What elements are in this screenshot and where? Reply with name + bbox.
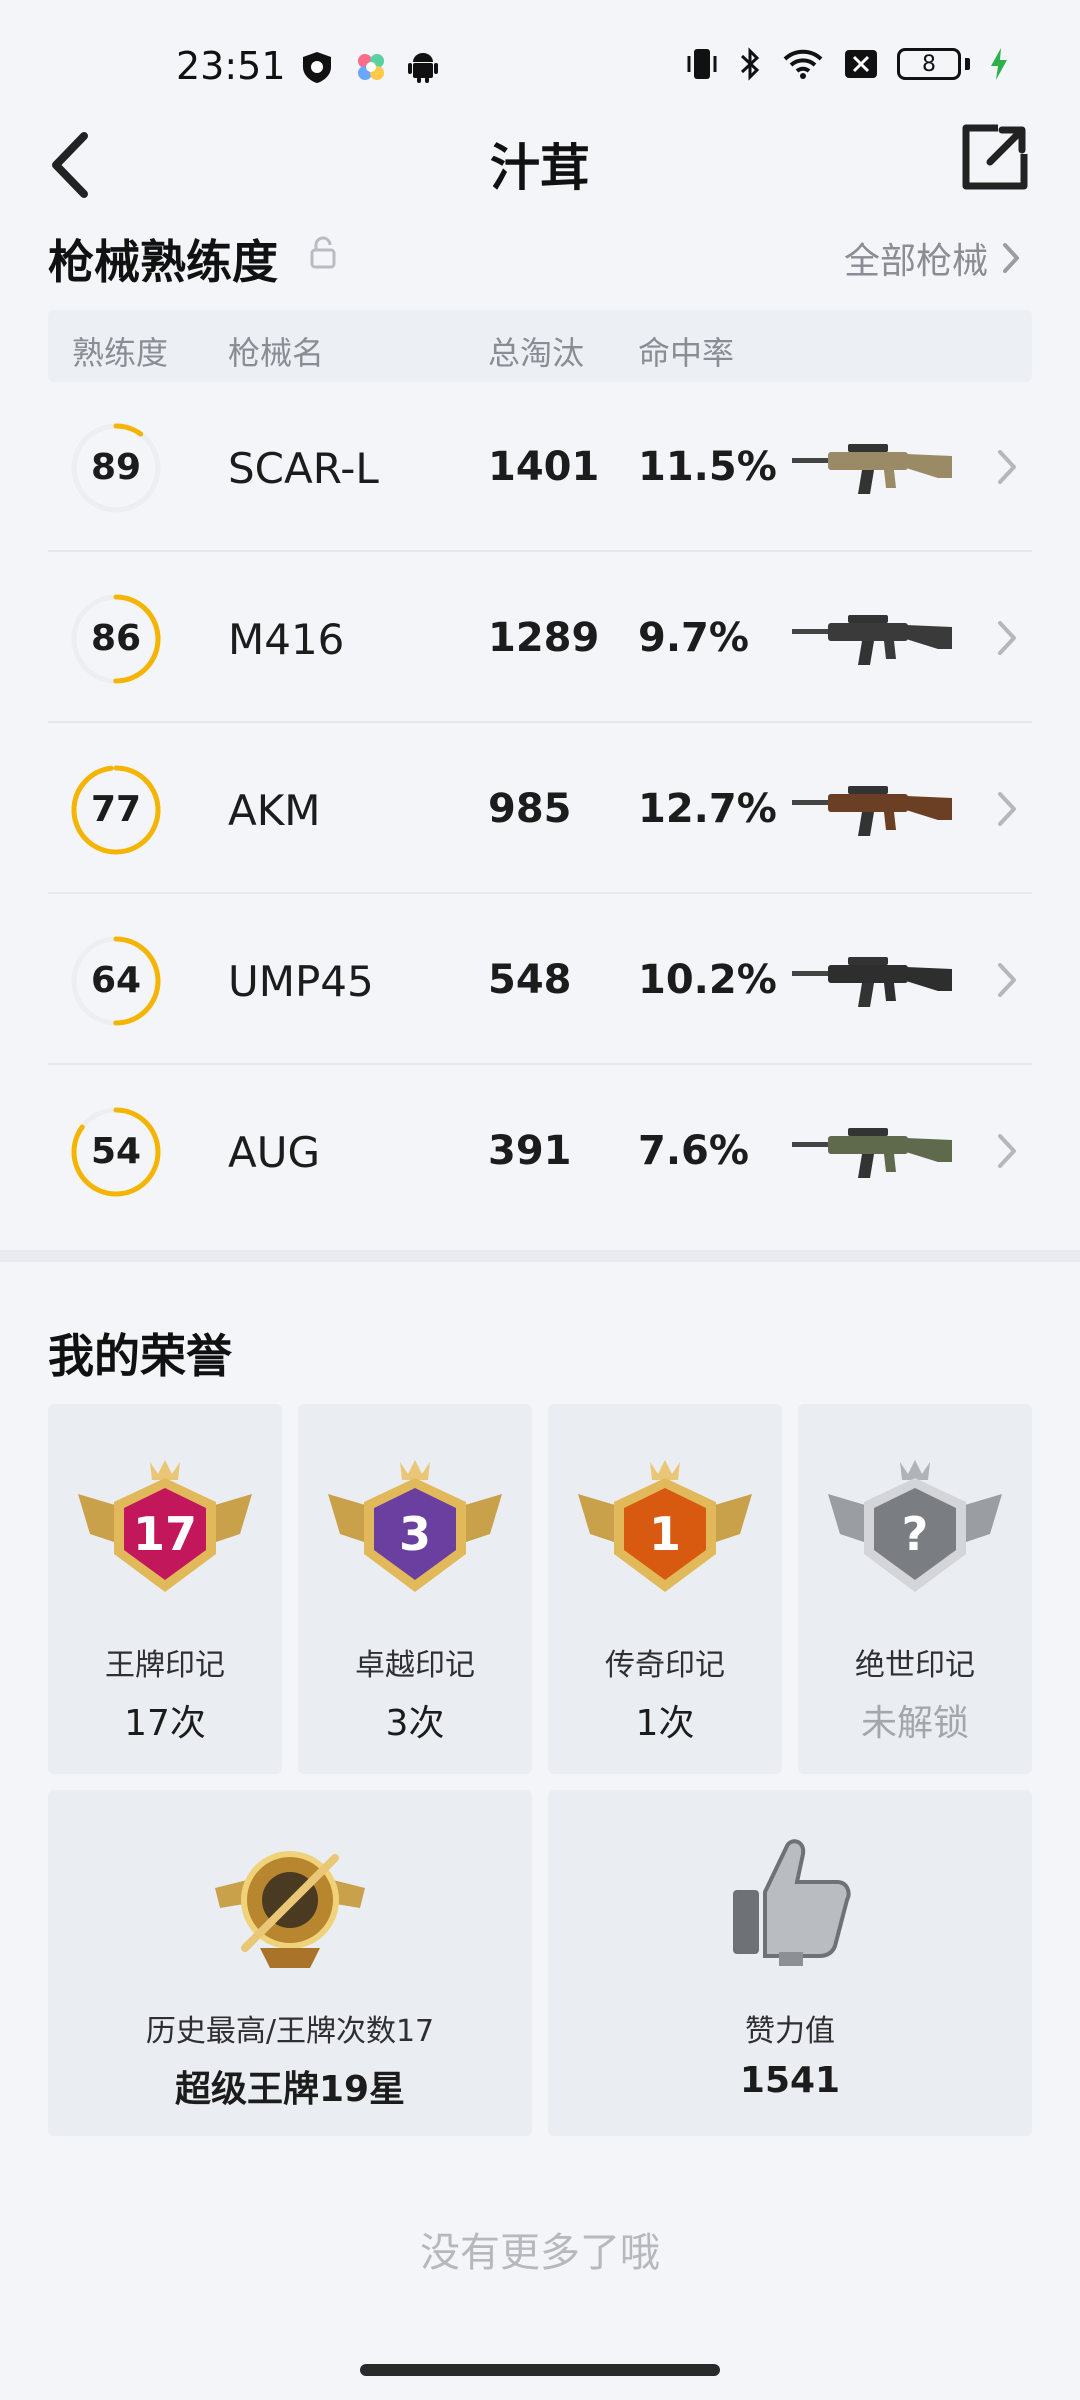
chevron-right-icon [998, 621, 1016, 655]
weapon-row[interactable]: 89 SCAR-L 1401 11.5% [48, 382, 1032, 552]
proficiency-value: 86 [90, 618, 142, 659]
thumbs-up-icon [733, 1839, 851, 1966]
badge-count: 未解锁 [860, 1703, 969, 1744]
section-divider [0, 1250, 1080, 1262]
legend-mark-badge-icon: 1 [578, 1460, 752, 1592]
badge-number: 3 [399, 1507, 431, 1561]
weapon-hit-rate: 10.2% [638, 957, 777, 1003]
chevron-right-icon [1003, 243, 1019, 273]
weapon-name: AKM [228, 786, 321, 835]
battery-level: 8 [897, 48, 961, 80]
excellence-mark-badge-icon: 3 [328, 1460, 502, 1592]
column-header-weapon-name: 枪械名 [228, 334, 325, 372]
column-header-total-kills: 总淘汰 [488, 334, 585, 372]
weapon-name: AUG [228, 1128, 321, 1177]
badge-label: 传奇印记 [605, 1648, 725, 1683]
all-weapons-link[interactable]: 全部枪械 [844, 232, 1020, 284]
chevron-right-icon [998, 963, 1016, 997]
android-icon [408, 53, 438, 83]
page: 23:51 8 汁茸 枪械熟练度 全部枪械 熟练度 枪械名 总淘汰 命中率 89… [0, 0, 1080, 2400]
likes-card[interactable]: 赞力值 1541 [548, 1790, 1032, 2136]
chevron-right-icon [998, 792, 1016, 826]
weapon-row[interactable]: 77 AKM 985 12.7% [48, 724, 1032, 894]
no-more-text: 没有更多了哦 [420, 2230, 660, 2276]
weapon-row[interactable]: 64 UMP45 548 10.2% [48, 895, 1032, 1065]
weapon-name: SCAR-L [228, 444, 379, 493]
badge-label: 绝世印记 [855, 1648, 975, 1683]
home-indicator[interactable] [360, 2364, 720, 2376]
chevron-right-icon [998, 450, 1016, 484]
highest-rank-card[interactable]: 历史最高/王牌次数17 超级王牌19星 [48, 1790, 532, 2136]
lock-icon [310, 236, 336, 269]
all-weapons-label: 全部枪械 [843, 241, 988, 282]
weapon-row[interactable]: 86 M416 1289 9.7% [48, 553, 1032, 723]
proficiency-value: 64 [90, 960, 142, 1001]
no-sim-icon [845, 50, 877, 78]
weapon-total-kills: 1401 [488, 444, 600, 490]
honors-section-title: 我的荣誉 [48, 1329, 232, 1383]
excellence-mark-card[interactable]: 3 卓越印记 3次 [298, 1404, 532, 1774]
badge-number: 17 [133, 1507, 197, 1561]
battery-indicator: 8 [897, 48, 970, 80]
page-title: 汁茸 [490, 139, 590, 197]
proficiency-value: 89 [90, 447, 142, 488]
gun-icon [792, 1128, 952, 1178]
bluetooth-icon [740, 47, 760, 81]
wifi-icon [783, 49, 823, 79]
status-icons: 8 [685, 46, 1010, 82]
gun-icon [792, 444, 952, 494]
weapon-hit-rate: 11.5% [638, 444, 777, 490]
badge-number: ? [902, 1507, 929, 1561]
badge-count: 17次 [124, 1703, 206, 1744]
weapons-section-title: 枪械熟练度 [48, 235, 278, 289]
gun-icon [792, 786, 952, 836]
shield-app-icon [303, 52, 331, 83]
peerless-mark-badge-icon: ? [828, 1460, 1002, 1592]
proficiency-value: 54 [90, 1131, 142, 1172]
weapon-total-kills: 985 [488, 786, 572, 832]
status-time: 23:51 [176, 44, 286, 88]
chevron-right-icon [998, 1134, 1016, 1168]
weapon-hit-rate: 9.7% [638, 615, 749, 661]
weapon-total-kills: 391 [488, 1128, 572, 1174]
ace-mark-card[interactable]: 17 王牌印记 17次 [48, 1404, 282, 1774]
badge-number: 1 [649, 1507, 681, 1561]
badge-count: 3次 [385, 1703, 445, 1744]
badge-label: 王牌印记 [105, 1648, 225, 1683]
vibrate-icon [687, 49, 717, 79]
badge-count: 1次 [635, 1703, 695, 1744]
proficiency-value: 77 [90, 789, 142, 830]
likes-label: 赞力值 [745, 2014, 835, 2049]
weapon-name: M416 [228, 615, 345, 664]
weapon-row[interactable]: 54 AUG 391 7.6% [48, 1066, 1032, 1236]
weapon-total-kills: 548 [488, 957, 572, 1003]
ace-mark-badge-icon: 17 [78, 1460, 252, 1592]
peerless-mark-card[interactable]: ? 绝世印记 未解锁 [798, 1404, 1032, 1774]
rank-wreath-icon [215, 1851, 365, 1968]
flower-app-icon [358, 54, 384, 80]
highest-rank-label: 历史最高/王牌次数17 [145, 2014, 435, 2049]
likes-value: 1541 [739, 2060, 841, 2101]
charging-bolt-icon [991, 48, 1007, 80]
legend-mark-card[interactable]: 1 传奇印记 1次 [548, 1404, 782, 1774]
column-header-proficiency: 熟练度 [72, 334, 169, 372]
weapons-table-header: 熟练度 枪械名 总淘汰 命中率 [48, 310, 1032, 382]
badge-label: 卓越印记 [355, 1648, 475, 1683]
gun-icon [792, 957, 952, 1007]
weapon-hit-rate: 7.6% [638, 1128, 749, 1174]
weapon-hit-rate: 12.7% [638, 786, 777, 832]
gun-icon [792, 615, 952, 665]
highest-rank-value: 超级王牌19星 [174, 2069, 406, 2110]
column-header-hit-rate: 命中率 [638, 334, 735, 372]
weapon-total-kills: 1289 [488, 615, 600, 661]
battery-tip [965, 58, 970, 70]
weapon-name: UMP45 [228, 957, 374, 1006]
share-button[interactable] [960, 122, 1030, 192]
